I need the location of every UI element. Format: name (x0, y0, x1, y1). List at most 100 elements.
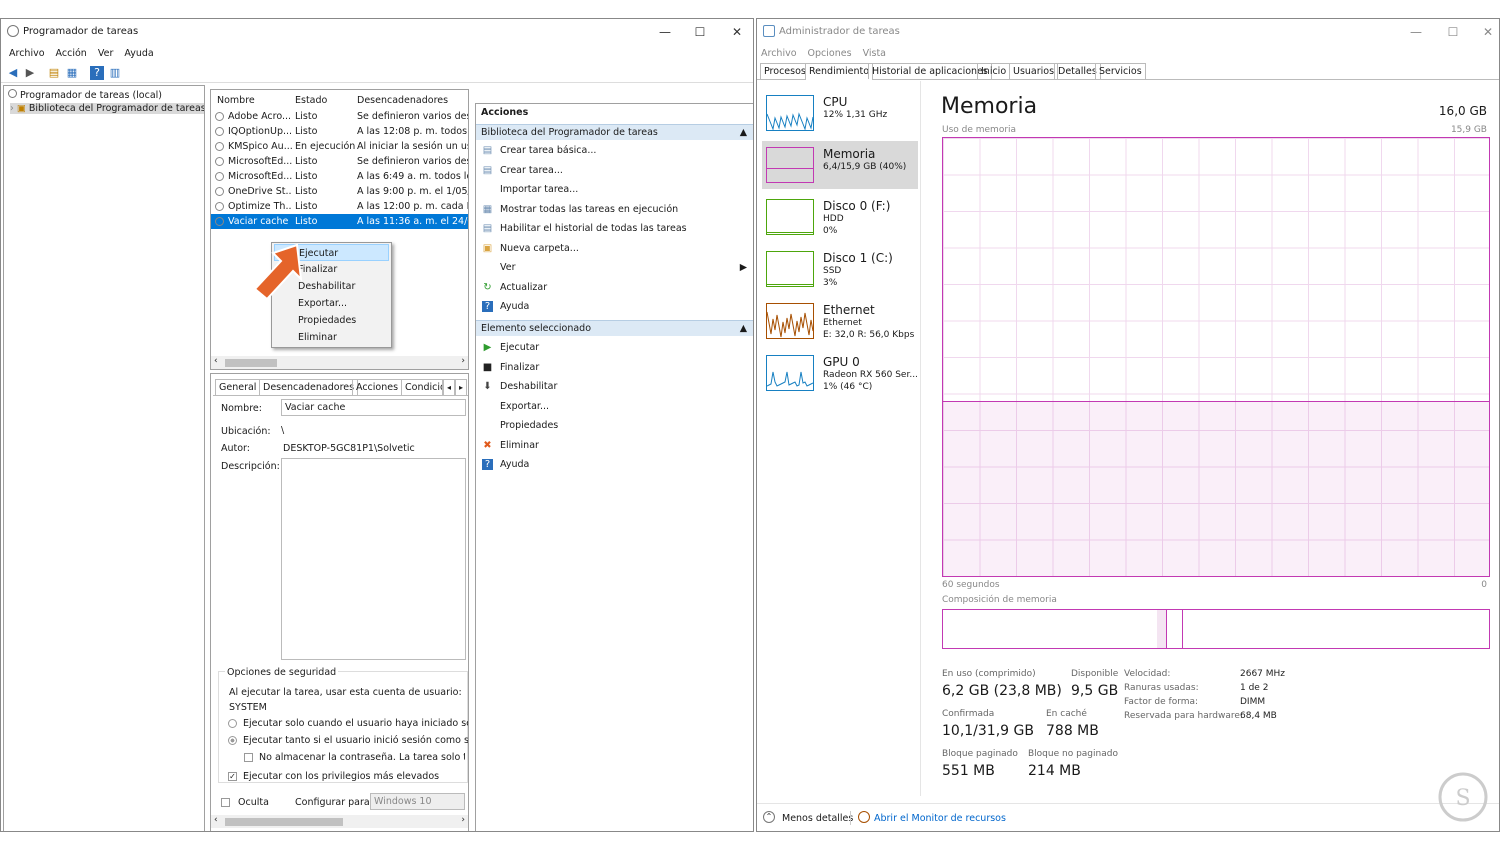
minimize-button[interactable]: — (646, 19, 684, 45)
tab-desencadenadores[interactable]: Desencadenadores (259, 379, 359, 395)
sidebar-item-name: GPU 0 (823, 355, 860, 369)
tab-scroll-right[interactable]: ▸ (455, 379, 467, 395)
sidebar-item-gpu-0[interactable]: GPU 0 Radeon RX 560 Ser... 1% (46 °C) (762, 349, 918, 397)
radio-always[interactable] (228, 736, 237, 745)
help-icon[interactable]: ? (90, 66, 104, 80)
task-icon: ▤ (482, 223, 493, 234)
forward-icon[interactable]: ▶ (23, 66, 37, 80)
action-actualizar[interactable]: ↻ Actualizar (476, 278, 753, 297)
action-ver[interactable]: Ver ▶ (476, 258, 753, 277)
cached-label: En caché (1046, 709, 1087, 719)
tab-rendimiento[interactable]: Rendimiento (805, 63, 874, 80)
committed-value: 10,1/31,9 GB (942, 723, 1034, 739)
table-row[interactable]: Adobe Acro... Listo Se definieron varios d… (211, 109, 468, 124)
sidebar-item-disco-1-c[interactable]: Disco 1 (C:) SSD 3% (762, 245, 918, 293)
tab-condiciones[interactable]: Condicio (401, 379, 443, 395)
horizontal-scrollbar[interactable]: ‹ › (211, 356, 468, 369)
column-header[interactable]: Nombre (217, 93, 255, 108)
sidebar-item-detail: HDD (823, 214, 844, 224)
collapse-icon[interactable]: ▲ (740, 125, 747, 141)
checkbox-hidden[interactable] (221, 798, 230, 807)
menu-vista[interactable]: Vista (863, 45, 886, 63)
column-header[interactable]: Desencadenadores (357, 93, 448, 108)
resource-monitor-link[interactable]: Abrir el Monitor de recursos (874, 813, 1006, 824)
sidebar-item-memoria[interactable]: Memoria 6,4/15,9 GB (40%) (762, 141, 918, 189)
hidden-label: Oculta (238, 797, 269, 808)
tab-procesos[interactable]: Procesos (760, 63, 810, 79)
menu-ver[interactable]: Ver (98, 45, 114, 63)
context-propiedades[interactable]: Propiedades (274, 312, 389, 329)
sparkline (767, 112, 813, 130)
table-row[interactable]: MicrosoftEd... Listo Se definieron varios … (211, 154, 468, 169)
action-habilitar-el-historial-de-todas-las-tareas[interactable]: ▤ Habilitar el historial de todas las tar… (476, 219, 753, 238)
properties-icon[interactable]: ▥ (108, 66, 122, 80)
checkbox-nopass[interactable] (244, 753, 253, 762)
radio-logged[interactable] (228, 719, 237, 728)
minimize-button[interactable]: — (1397, 19, 1435, 45)
table-row[interactable]: MicrosoftEd... Listo A las 6:49 a. m. todo… (211, 169, 468, 184)
close-button[interactable]: ✕ (1469, 19, 1499, 45)
close-button[interactable]: ✕ (718, 19, 753, 45)
selected-ejecutar[interactable]: ▶ Ejecutar (476, 338, 753, 357)
table-row[interactable]: IQOptionUp... Listo A las 12:08 p. m. todo… (211, 124, 468, 139)
maximize-button[interactable]: ☐ (681, 19, 719, 45)
actions-group-library[interactable]: Biblioteca del Programador de tareas ▲ (476, 124, 753, 140)
selected-propiedades[interactable]: Propiedades (476, 416, 753, 435)
tab-scroll-left[interactable]: ◂ (443, 379, 455, 395)
tab-general[interactable]: General (215, 379, 261, 395)
selected-ayuda[interactable]: ? Ayuda (476, 455, 753, 474)
title-bar: Programador de tareas — ☐ ✕ (1, 19, 753, 45)
menu-accion[interactable]: Acción (56, 45, 87, 63)
tree-root-item[interactable]: Programador de tareas (local) (8, 89, 162, 101)
less-details-link[interactable]: Menos detalles (782, 813, 853, 824)
context-eliminar[interactable]: Eliminar (274, 329, 389, 346)
resource-monitor-icon (858, 811, 870, 823)
sparkline (767, 168, 813, 169)
folder-up-icon[interactable]: ▤ (47, 66, 61, 80)
back-icon[interactable]: ◀ (6, 66, 20, 80)
tab-detalles[interactable]: Detalles (1054, 63, 1101, 79)
thumbnail-graph (766, 95, 814, 131)
selected-finalizar[interactable]: ■ Finalizar (476, 358, 753, 377)
table-row[interactable]: OneDrive St... Listo A las 9:00 p. m. el 1… (211, 184, 468, 199)
action-importar-tarea[interactable]: Importar tarea... (476, 180, 753, 199)
sidebar-item-ethernet[interactable]: Ethernet Ethernet E: 32,0 R: 56,0 Kbps (762, 297, 918, 345)
description-field[interactable] (281, 458, 466, 660)
action-ayuda[interactable]: ? Ayuda (476, 297, 753, 316)
checkbox-highest[interactable]: ✓ (228, 772, 237, 781)
selected-eliminar[interactable]: ✖ Eliminar (476, 436, 753, 455)
tab-usuarios[interactable]: Usuarios (1009, 63, 1059, 79)
selected-exportar[interactable]: Exportar... (476, 397, 753, 416)
menu-opciones[interactable]: Opciones (808, 45, 852, 63)
action-crear-tarea-b-sica[interactable]: ▤ Crear tarea básica... (476, 141, 753, 160)
location-value: \ (281, 425, 285, 436)
action-crear-tarea[interactable]: ▤ Crear tarea... (476, 161, 753, 180)
action-label: Eliminar (500, 439, 539, 451)
tree-library-item[interactable]: › ▣ Biblioteca del Programador de tareas (10, 103, 204, 114)
configure-select[interactable]: Windows 10 (370, 793, 465, 810)
details-scrollbar[interactable]: ‹ › (211, 815, 468, 828)
show-hide-tree-icon[interactable]: ▦ (65, 66, 79, 80)
actions-group-selected[interactable]: Elemento seleccionado ▲ (476, 320, 753, 336)
table-row[interactable]: Vaciar cache Listo A las 11:36 a. m. el 24… (211, 214, 468, 229)
action-nueva-carpeta[interactable]: ▣ Nueva carpeta... (476, 239, 753, 258)
maximize-button[interactable]: ☐ (1434, 19, 1472, 45)
table-row[interactable]: Optimize Th... Listo A las 12:00 p. m. cad… (211, 199, 468, 214)
collapse-icon[interactable]: ▲ (740, 321, 747, 337)
tab-inicio[interactable]: Inicio (977, 63, 1011, 79)
sidebar-item-cpu[interactable]: CPU 12% 1,31 GHz (762, 89, 918, 137)
name-field[interactable]: Vaciar cache (281, 399, 466, 416)
menu-ayuda[interactable]: Ayuda (124, 45, 153, 63)
tab-historial[interactable]: Historial de aplicaciones (868, 63, 992, 79)
tab-servicios[interactable]: Servicios (1095, 63, 1146, 79)
menu-archivo[interactable]: Archivo (9, 45, 45, 63)
action-mostrar-todas-las-tareas-en-ejecuci-n[interactable]: ▦ Mostrar todas las tareas en ejecución (476, 200, 753, 219)
sidebar-item-disco-0-f[interactable]: Disco 0 (F:) HDD 0% (762, 193, 918, 241)
menu-archivo[interactable]: Archivo (761, 45, 797, 63)
task-status: Listo (295, 201, 318, 212)
tab-acciones[interactable]: Acciones (352, 379, 403, 395)
chevron-up-icon[interactable]: ⌃ (763, 811, 775, 823)
selected-deshabilitar[interactable]: ⬇ Deshabilitar (476, 377, 753, 396)
column-header[interactable]: Estado (295, 93, 327, 108)
table-row[interactable]: KMSpico Au... En ejecución Al iniciar la s… (211, 139, 468, 154)
